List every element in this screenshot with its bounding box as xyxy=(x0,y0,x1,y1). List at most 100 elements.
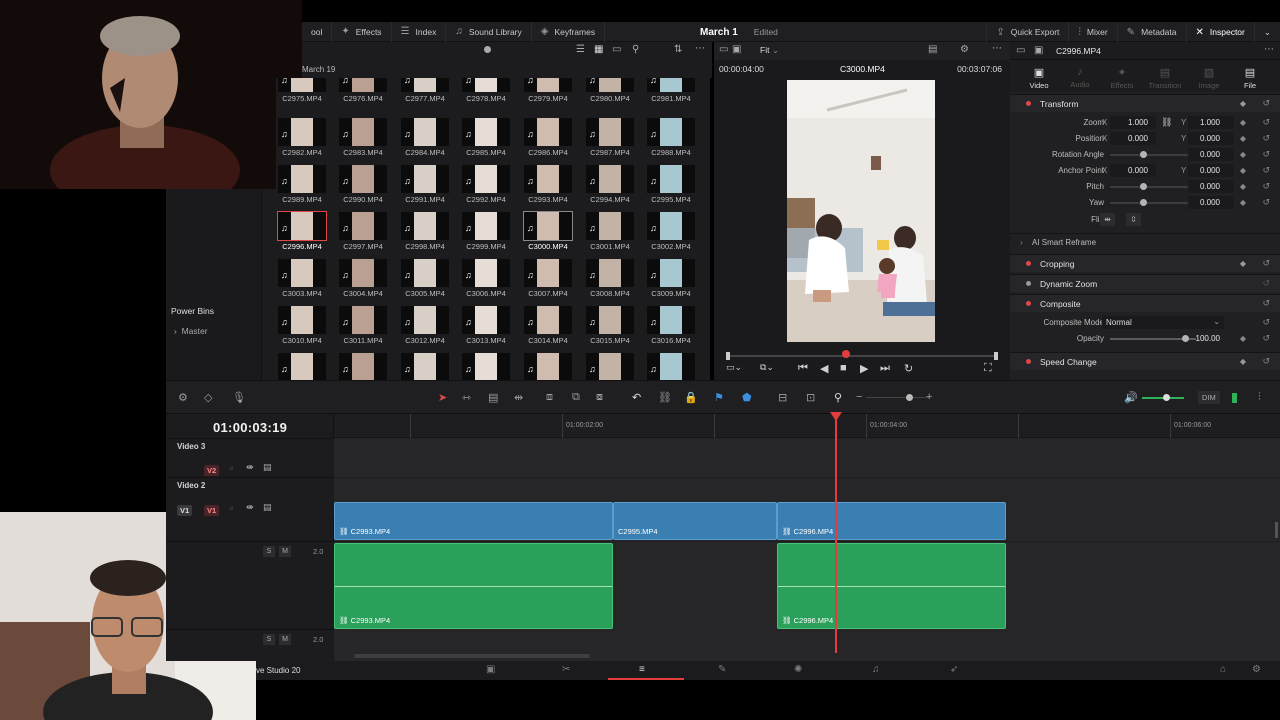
filmstrip-view-icon[interactable]: ▭ xyxy=(612,44,621,55)
media-clip-thumbnail[interactable]: ♫ xyxy=(339,353,387,380)
metadata-button[interactable]: ✎ Metadata xyxy=(1116,22,1186,42)
media-clip-thumbnail[interactable]: ♫ C2996.MP4 xyxy=(277,211,327,257)
keyframe-diamond-icon[interactable]: ◆ xyxy=(1240,259,1246,268)
fusion-page-icon[interactable]: ✎ xyxy=(718,664,726,675)
media-clip-thumbnail[interactable]: ♫ C2985.MP4 xyxy=(462,118,510,163)
dynamic-zoom-enable-toggle[interactable] xyxy=(1026,281,1031,286)
reset-icon[interactable]: ↺ xyxy=(1262,258,1270,269)
selection-tool-icon[interactable]: ➤ xyxy=(438,391,447,404)
reset-icon[interactable]: ↺ xyxy=(1262,149,1270,160)
timeline-zoom-knob[interactable] xyxy=(906,394,913,401)
media-clip-thumbnail[interactable]: ♫ C2997.MP4 xyxy=(339,212,387,257)
track-target-v1[interactable]: V1 xyxy=(204,505,220,516)
flag-icon[interactable]: ⚑ xyxy=(714,391,724,404)
reset-icon[interactable]: ↺ xyxy=(1262,181,1270,192)
media-clip-thumbnail[interactable]: ♫ C3006.MP4 xyxy=(462,259,510,304)
reset-icon[interactable]: ↺ xyxy=(1262,356,1270,367)
viewer-scrub-bar[interactable] xyxy=(726,350,998,360)
reset-icon[interactable]: ↺ xyxy=(1262,298,1270,309)
media-clip-thumbnail[interactable]: ♫ C2975.MP4 xyxy=(278,78,326,109)
media-clip-thumbnail[interactable]: ♫ C2994.MP4 xyxy=(586,165,634,210)
media-clip-thumbnail[interactable]: ♫ C3003.MP4 xyxy=(278,259,326,304)
media-clip-thumbnail[interactable]: ♫ C3009.MP4 xyxy=(647,259,695,304)
ai-smart-reframe-section[interactable]: › AI Smart Reframe xyxy=(1010,233,1280,251)
composite-mode-dropdown[interactable]: Normal ⌄ xyxy=(1102,316,1224,329)
sort-icon[interactable]: ⇅ xyxy=(674,44,682,55)
media-clip-thumbnail[interactable]: ♫ C2992.MP4 xyxy=(462,165,510,210)
timeline-options-icon[interactable]: ⚙ xyxy=(178,391,188,404)
video-clip[interactable]: ⛓ C2993.MP4 xyxy=(334,502,613,540)
media-clip-thumbnail[interactable]: ♫ C2993.MP4 xyxy=(524,165,572,210)
media-clip-thumbnail[interactable]: ♫ C2979.MP4 xyxy=(524,78,572,109)
keyframe-diamond-icon[interactable]: ◆ xyxy=(1240,334,1246,343)
grid-view-icon[interactable]: ▦ xyxy=(594,44,603,55)
deliver-page-icon[interactable]: ➶ xyxy=(950,664,958,675)
media-clip-thumbnail[interactable]: ♫ C2989.MP4 xyxy=(278,165,326,210)
keyframe-diamond-icon[interactable]: ◆ xyxy=(1240,118,1246,127)
media-clip-thumbnail[interactable]: ♫ C3014.MP4 xyxy=(524,306,572,351)
reset-icon[interactable]: ↺ xyxy=(1262,278,1270,289)
viewer-edit-mode-icon[interactable]: ⧉⌄ xyxy=(760,362,774,373)
link-clips-icon[interactable]: ⛓ xyxy=(658,391,672,404)
microphone-icon[interactable]: 🎙 xyxy=(232,391,246,404)
reset-icon[interactable]: ↺ xyxy=(1262,133,1270,144)
tab-transition[interactable]: ▤ Transition xyxy=(1145,66,1185,90)
media-clip-thumbnail[interactable]: ♫ C3012.MP4 xyxy=(401,306,449,351)
mute-button[interactable]: M xyxy=(279,546,291,557)
track-enable-icon[interactable]: ▤ xyxy=(263,502,272,513)
media-clip-thumbnail[interactable]: ♫ C3004.MP4 xyxy=(339,259,387,304)
media-clip-thumbnail[interactable]: ♫ C2977.MP4 xyxy=(401,78,449,109)
dynamic-trim-icon[interactable]: ▤ xyxy=(488,391,498,404)
media-clip-thumbnail[interactable]: ♫ xyxy=(647,353,695,380)
media-clip-thumbnail[interactable]: ♫ C2995.MP4 xyxy=(647,165,695,210)
home-icon[interactable]: ⌂ xyxy=(1220,664,1226,675)
keyframe-diamond-icon[interactable]: ◆ xyxy=(1240,150,1246,159)
zoom-custom-icon[interactable]: ⚲ xyxy=(834,391,842,404)
viewer-layout-icon[interactable]: ▭ xyxy=(719,44,728,55)
tab-audio[interactable]: ♪ Audio xyxy=(1060,66,1100,89)
keyframe-diamond-icon[interactable]: ◆ xyxy=(1240,99,1246,108)
keyframe-diamond-icon[interactable]: ◆ xyxy=(1240,166,1246,175)
dim-button[interactable]: DIM xyxy=(1198,391,1220,404)
media-clip-thumbnail[interactable]: ♫ C2991.MP4 xyxy=(401,165,449,210)
media-clip-thumbnail[interactable]: ♫ xyxy=(462,353,510,380)
reset-icon[interactable]: ↺ xyxy=(1262,117,1270,128)
rotation-slider-knob[interactable] xyxy=(1140,151,1147,158)
tab-file[interactable]: ▤ File xyxy=(1230,66,1270,90)
media-clip-thumbnail[interactable]: ♫ C3007.MP4 xyxy=(524,259,572,304)
timeline-view-options-icon[interactable]: ⫶ xyxy=(1258,391,1261,404)
transform-enable-toggle[interactable] xyxy=(1026,101,1031,106)
timeline-playhead[interactable] xyxy=(835,414,837,653)
volume-icon[interactable]: 🔊 xyxy=(1124,391,1138,404)
lock-icon[interactable]: ▫ xyxy=(230,503,233,513)
blade-tool-icon[interactable]: ⇹ xyxy=(514,391,523,404)
speed-change-section-header[interactable]: Speed Change ◆ ↺ xyxy=(1010,352,1280,370)
viewer-overlay-icon[interactable]: ▭⌄ xyxy=(726,362,742,373)
media-clip-thumbnail[interactable]: ♫ xyxy=(278,353,326,380)
marker-icon[interactable]: ⬟ xyxy=(742,391,752,404)
media-clip-thumbnail[interactable]: ♫ C2998.MP4 xyxy=(401,212,449,257)
audio-clip[interactable]: ⛓ C2993.MP4 xyxy=(334,543,613,629)
media-page-icon[interactable]: ▣ xyxy=(486,664,495,675)
keyframe-diamond-icon[interactable]: ◆ xyxy=(1240,134,1246,143)
stop-icon[interactable]: ■ xyxy=(840,362,847,374)
panel-collapse-button[interactable]: ⌄ xyxy=(1253,22,1280,42)
zoom-detail-icon[interactable]: ⊡ xyxy=(806,391,815,404)
tab-image[interactable]: ▨ Image xyxy=(1189,66,1229,90)
yaw-slider-knob[interactable] xyxy=(1140,199,1147,206)
timeline-zoom-slider[interactable] xyxy=(866,397,930,398)
composite-enable-toggle[interactable] xyxy=(1026,301,1031,306)
fairlight-page-icon[interactable]: ♫ xyxy=(872,664,880,675)
cropping-section-header[interactable]: Cropping ◆ ↺ xyxy=(1010,254,1280,272)
link-icon[interactable]: ⛓ xyxy=(1161,117,1172,128)
play-reverse-icon[interactable]: ◀ xyxy=(820,362,828,375)
reset-icon[interactable]: ↺ xyxy=(1262,333,1270,344)
media-clip-thumbnail[interactable]: ♫ C3005.MP4 xyxy=(401,259,449,304)
video-clip[interactable]: C2995.MP4 xyxy=(613,502,777,540)
inspector-button[interactable]: ✕ Inspector xyxy=(1185,22,1254,42)
toolbar-tool-button[interactable]: ool xyxy=(302,21,333,42)
mixer-button[interactable]: ⫶ Mixer xyxy=(1068,22,1116,42)
color-page-icon[interactable]: ✺ xyxy=(794,664,802,675)
keyframes-button[interactable]: ◈ Keyframes xyxy=(532,21,606,42)
inspector-more-icon[interactable]: ⋯ xyxy=(1264,44,1274,55)
